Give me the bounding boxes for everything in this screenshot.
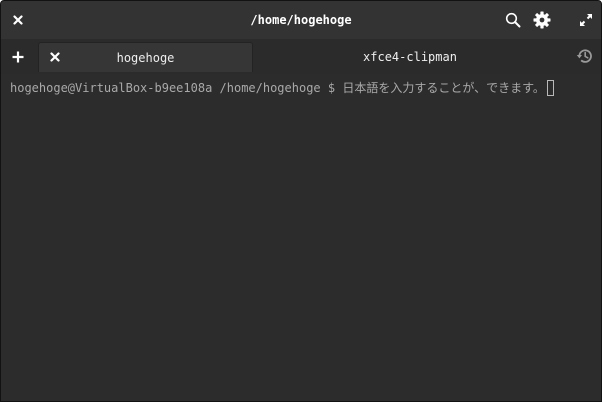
terminal-view[interactable]: hogehoge@VirtualBox-b9ee108a /home/hogeh… (1, 74, 601, 401)
terminal-line: hogehoge@VirtualBox-b9ee108a /home/hogeh… (10, 80, 554, 96)
plus-icon (12, 51, 24, 63)
fullscreen-icon (580, 14, 592, 26)
closed-tabs-history-button[interactable] (573, 44, 597, 68)
fullscreen-button[interactable] (574, 8, 598, 32)
tab-bar: hogehoge xfce4-clipman (1, 39, 601, 74)
shell-prompt: hogehoge@VirtualBox-b9ee108a /home/hogeh… (10, 81, 343, 95)
gear-icon (533, 11, 551, 29)
command-input: 日本語を入力することが、できます。 (342, 81, 545, 95)
tab-label: xfce4-clipman (363, 50, 457, 64)
new-tab-button[interactable] (6, 45, 30, 69)
tab-hogehoge[interactable]: hogehoge (38, 42, 253, 72)
header-bar: /home/hogehoge (1, 1, 601, 39)
text-cursor (546, 80, 554, 96)
terminal-window: /home/hogehoge hogehoge xfce4-clipman ho… (0, 0, 602, 402)
history-icon (576, 49, 592, 63)
tab-xfce4-clipman[interactable]: xfce4-clipman (254, 42, 566, 72)
tab-label: hogehoge (116, 51, 175, 65)
settings-button[interactable] (530, 8, 554, 32)
search-button[interactable] (501, 8, 525, 32)
search-icon (505, 12, 521, 28)
